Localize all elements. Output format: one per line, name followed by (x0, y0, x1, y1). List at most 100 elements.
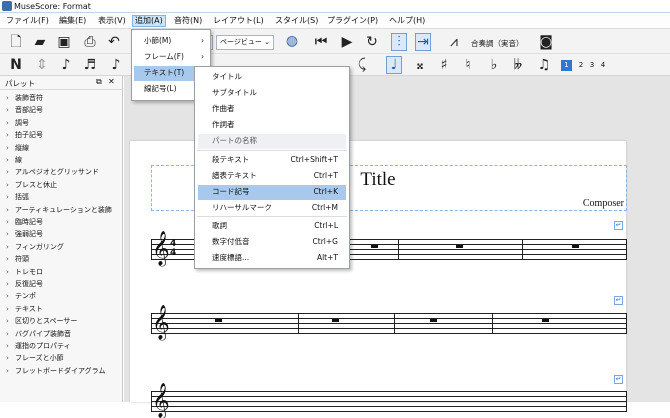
palette-item[interactable]: › アルペジオとグリッサンド (0, 166, 123, 178)
palette-item[interactable]: › 運指のプロパティ (0, 340, 123, 352)
note-input-mode-icon[interactable]: N (8, 57, 24, 73)
barline (626, 313, 627, 334)
frame-break-icon[interactable]: ↵ (614, 221, 623, 230)
system-break-icon[interactable]: ↵ (614, 375, 623, 384)
close-icon[interactable]: ✕ (108, 77, 115, 86)
menu-add[interactable]: 追加(A) (132, 15, 166, 27)
voice-3-button[interactable]: 3 (587, 60, 597, 71)
text-submenu-item[interactable]: 作曲者 (198, 102, 346, 117)
menu-notes[interactable]: 音符(N) (172, 15, 204, 27)
flip-direction-icon[interactable]: ⤹ (354, 57, 370, 73)
palette-item[interactable]: › 反復記号 (0, 278, 123, 290)
staff-line (151, 396, 627, 397)
new-file-icon[interactable]: 🗋 (8, 34, 24, 50)
menu-plugins[interactable]: プラグイン(P) (325, 15, 380, 27)
menu-style[interactable]: スタイル(S) (273, 15, 320, 27)
system-break-icon[interactable]: ↵ (614, 296, 623, 305)
text-submenu-item[interactable]: 譜表テキスト Ctrl+T (198, 169, 346, 184)
palette-item-label: フィンガリング (15, 242, 64, 251)
text-submenu-item[interactable]: サブタイトル (198, 86, 346, 101)
text-submenu-item[interactable]: パートの名称 (198, 134, 346, 149)
view-mode-select[interactable]: ページビュー ⌄ (216, 35, 274, 50)
text-submenu-item[interactable]: 速度標語... Alt+T (198, 251, 346, 266)
add-menu-item-measures[interactable]: 小節(M) › (132, 34, 210, 49)
palette-item[interactable]: › 拍子記号 (0, 129, 123, 141)
transpose-label[interactable]: 合奏調（実音） (471, 38, 524, 49)
print-icon[interactable]: ⎙ (82, 34, 98, 50)
palette-item[interactable]: › 装飾音符 (0, 92, 123, 104)
natural-icon[interactable]: ♮ (460, 57, 476, 73)
voice-2-button[interactable]: 2 (576, 60, 586, 71)
save-icon[interactable]: ▣ (56, 34, 72, 50)
voice-1-button[interactable]: 1 (561, 60, 572, 71)
palette-item[interactable]: › 符頭 (0, 253, 123, 265)
pitch-icon[interactable]: ⇕ (34, 57, 50, 73)
menu-help[interactable]: ヘルプ(H) (387, 15, 427, 27)
rewind-icon[interactable]: ⏮ (313, 34, 329, 50)
sixteenth-note-icon[interactable]: ♬ (82, 57, 98, 73)
chevron-right-icon: › (6, 354, 9, 363)
palette-item[interactable]: › 臨時記号 (0, 216, 123, 228)
palette-item[interactable]: › 調号 (0, 117, 123, 129)
palette-item[interactable]: › 強弱記号 (0, 228, 123, 240)
voice-4-button[interactable]: 4 (598, 60, 608, 71)
flat-icon[interactable]: ♭ (486, 57, 502, 73)
add-menu-item-frames[interactable]: フレーム(F) › (132, 50, 210, 65)
view-mode-value: ページビュー (220, 38, 262, 46)
text-submenu-item[interactable]: 数字付低音 Ctrl+G (198, 235, 346, 250)
palette-item[interactable]: › バグパイプ装飾音 (0, 328, 123, 340)
double-sharp-icon[interactable]: 𝄪 (412, 57, 428, 73)
double-flat-icon[interactable]: 𝄫 (510, 57, 526, 73)
sharp-icon[interactable]: ♯ (436, 57, 452, 73)
palette-item[interactable]: › 括弧 (0, 191, 123, 203)
palette-item[interactable]: › トレモロ (0, 266, 123, 278)
palette-item-label: 括弧 (15, 193, 29, 202)
menu-view[interactable]: 表示(V) (96, 15, 128, 27)
palette-item[interactable]: › 区切りとスペーサー (0, 315, 123, 327)
open-folder-icon[interactable]: ▰ (32, 34, 48, 50)
palette-item[interactable]: › 音部記号 (0, 104, 123, 116)
midi-input-icon[interactable]: ◍ (284, 33, 300, 49)
tie-icon[interactable]: ♩ (386, 56, 402, 74)
chevron-right-icon: › (6, 267, 9, 276)
palette-item[interactable]: › 線 (0, 154, 123, 166)
menu-edit[interactable]: 編集(E) (57, 15, 88, 27)
text-submenu-item[interactable]: タイトル (198, 70, 346, 85)
palette-item[interactable]: › テキスト (0, 303, 123, 315)
palette-item[interactable]: › フレーズと小節 (0, 352, 123, 364)
menu-layout[interactable]: レイアウト(L) (211, 15, 266, 27)
undo-icon[interactable]: ↶ (106, 34, 122, 50)
float-panel-icon[interactable]: ⧉ (96, 77, 102, 87)
loop-icon[interactable]: ↻ (364, 34, 380, 50)
pan-score-icon[interactable]: ⇥ (415, 33, 431, 51)
score-composer[interactable]: Composer (583, 198, 624, 209)
metronome-icon[interactable]: ⩘ (446, 34, 462, 50)
voice-note-icon[interactable]: ♫ (536, 57, 552, 73)
barline (626, 239, 627, 260)
eighth-note-icon[interactable]: ♪ (58, 57, 74, 73)
menu-file[interactable]: ファイル(F) (4, 15, 51, 27)
menu-item-label: 段テキスト (212, 155, 250, 164)
palette-item-label: テキスト (15, 304, 43, 313)
play-icon[interactable]: ▶ (339, 34, 355, 50)
text-submenu-item[interactable]: 段テキスト Ctrl+Shift+T (198, 153, 346, 168)
palette-item-label: 縦線 (15, 143, 29, 152)
menu-item-shortcut: Ctrl+G (312, 237, 338, 246)
text-submenu-item[interactable]: 歌詞 Ctrl+L (198, 219, 346, 234)
palette-item-label: 反復記号 (15, 280, 43, 288)
chevron-right-icon: › (6, 304, 9, 313)
palette-item[interactable]: › テンポ (0, 290, 123, 302)
palette-item[interactable]: › フィンガリング (0, 241, 123, 253)
text-submenu-item[interactable]: 作詞者 (198, 118, 346, 133)
palette-item-label: 装飾音符 (15, 94, 43, 102)
text-submenu-item[interactable]: リハーサルマーク Ctrl+M (198, 201, 346, 216)
repeat-play-icon[interactable]: ⫶ (391, 33, 407, 51)
camera-icon[interactable]: ◙ (538, 34, 554, 50)
palette-item[interactable]: › ブレスと休止 (0, 179, 123, 191)
palette-item[interactable]: › フレットボードダイアグラム (0, 365, 123, 377)
menu-item-label: 歌詞 (212, 221, 227, 230)
palette-item[interactable]: › 縦線 (0, 142, 123, 154)
palette-item[interactable]: › アーティキュレーションと装飾 (0, 204, 123, 216)
text-submenu-item[interactable]: コード記号 Ctrl+K (198, 185, 346, 200)
thirtysecond-note-icon[interactable]: ♪ (108, 57, 124, 73)
